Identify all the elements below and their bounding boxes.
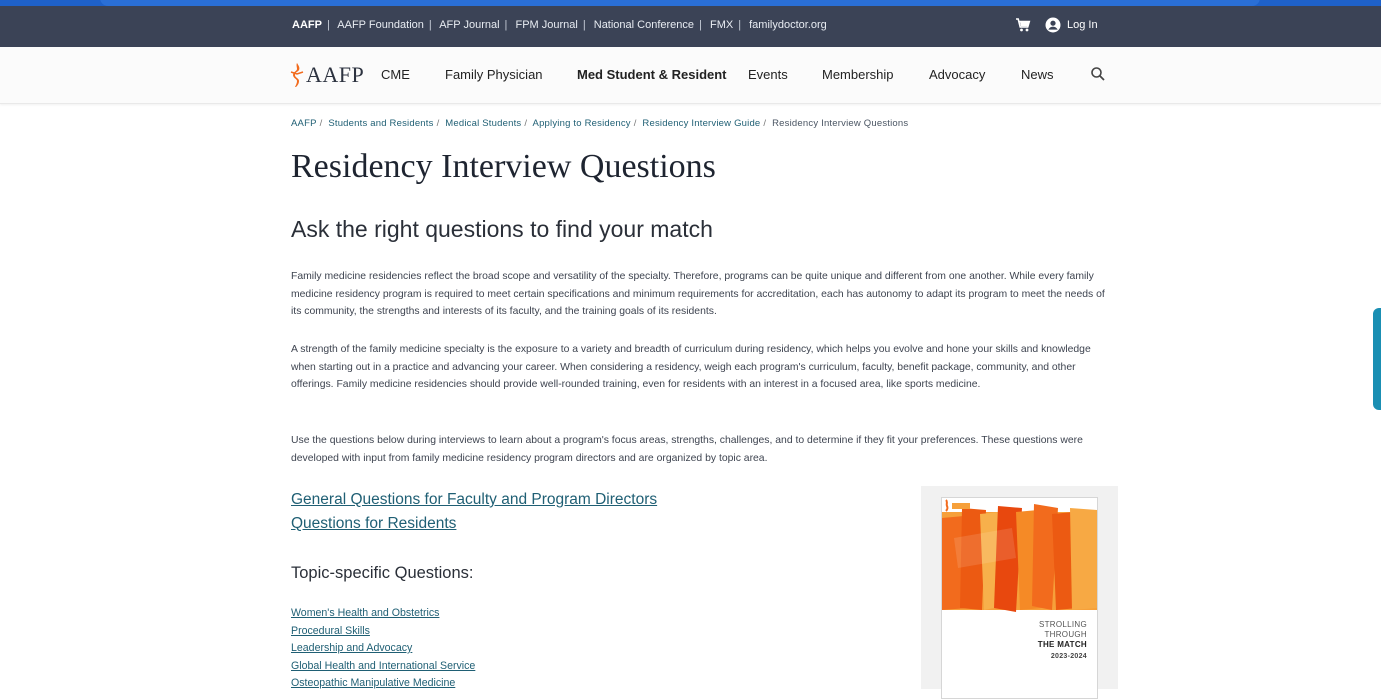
page-title: Residency Interview Questions — [291, 148, 716, 185]
cart-icon[interactable] — [1015, 17, 1031, 33]
nav-item-advocacy[interactable]: Advocacy — [929, 67, 985, 82]
login-label: Log In — [1067, 19, 1098, 31]
general-questions-link[interactable]: General Questions for Faculty and Progra… — [291, 491, 657, 509]
intro-paragraph: Family medicine residencies reflect the … — [291, 271, 1105, 318]
utility-link-fpm-journal[interactable]: FPM Journal — [515, 19, 577, 31]
usage-paragraph: Use the questions below during interview… — [291, 435, 1083, 464]
list-item: Global Health and International Service — [291, 656, 475, 674]
page-subtitle: Ask the right questions to find your mat… — [291, 216, 713, 242]
topic-link-procedural-skills[interactable]: Procedural Skills — [291, 625, 370, 637]
utility-links: AAFP | AAFP Foundation | AFP Journal | FPM … — [292, 19, 827, 31]
user-circle-icon — [1045, 17, 1061, 33]
aafp-logo-icon — [290, 63, 304, 87]
topic-link-global-health[interactable]: Global Health and International Service — [291, 660, 475, 672]
topic-link-leadership[interactable]: Leadership and Advocacy — [291, 642, 412, 654]
aafp-logo-icon — [945, 499, 970, 512]
list-item: Leadership and Advocacy — [291, 638, 475, 656]
nav-item-cme[interactable]: CME — [381, 67, 410, 82]
topic-link-womens-health[interactable]: Women's Health and Obstetrics — [291, 607, 439, 619]
breadcrumb-link[interactable]: Applying to Residency — [533, 118, 631, 129]
utility-link-national-conference[interactable]: National Conference — [594, 19, 694, 31]
cover-line: THE MATCH — [1037, 640, 1087, 649]
nav-item-events[interactable]: Events — [748, 67, 788, 82]
utility-bar: AAFP | AAFP Foundation | AFP Journal | FPM … — [0, 6, 1381, 47]
utility-link-afp-journal[interactable]: AFP Journal — [439, 19, 499, 31]
list-item: Procedural Skills — [291, 621, 475, 639]
nav-item-med-student-resident[interactable]: Med Student & Resident — [577, 67, 727, 82]
feedback-tab[interactable] — [1373, 308, 1381, 410]
cover-year: 2023-2024 — [1050, 653, 1087, 660]
cover-artwork — [942, 504, 1097, 612]
nav-item-membership[interactable]: Membership — [822, 67, 894, 82]
utility-link-foundation[interactable]: AAFP Foundation — [337, 19, 424, 31]
strength-paragraph: A strength of the family medicine specia… — [291, 344, 1091, 391]
login-button[interactable]: Log In — [1045, 16, 1098, 34]
cover-line: THROUGH — [1044, 630, 1087, 639]
aafp-logo[interactable]: AAFP — [290, 61, 364, 89]
publication-cover: STROLLING THROUGH THE MATCH 2023-2024 — [941, 497, 1098, 699]
nav-item-news[interactable]: News — [1021, 67, 1054, 82]
breadcrumb-current: Residency Interview Questions — [772, 118, 909, 129]
utility-link-familydoctor[interactable]: familydoctor.org — [749, 19, 827, 31]
breadcrumb: AAFP / Students and Residents / Medical St… — [291, 118, 909, 129]
breadcrumb-link[interactable]: Students and Residents — [328, 118, 433, 129]
utility-link-fmx[interactable]: FMX — [710, 19, 733, 31]
logo-text: AAFP — [306, 62, 365, 87]
topic-heading: Topic-specific Questions: — [291, 564, 474, 582]
topic-list: Women's Health and Obstetrics Procedural… — [291, 603, 475, 691]
breadcrumb-link[interactable]: Medical Students — [445, 118, 521, 129]
breadcrumb-link[interactable]: Residency Interview Guide — [642, 118, 760, 129]
search-icon[interactable] — [1090, 66, 1106, 82]
main-nav: AAFP CME Family Physician Med Student & … — [0, 47, 1381, 104]
list-item: Osteopathic Manipulative Medicine — [291, 673, 475, 691]
utility-link-aafp[interactable]: AAFP — [292, 19, 322, 31]
nav-item-family-physician[interactable]: Family Physician — [445, 67, 543, 82]
breadcrumb-link[interactable]: AAFP — [291, 118, 317, 129]
list-item: Women's Health and Obstetrics — [291, 603, 475, 621]
resident-questions-link[interactable]: Questions for Residents — [291, 515, 456, 533]
cover-line: STROLLING — [1038, 620, 1087, 629]
topic-link-omm[interactable]: Osteopathic Manipulative Medicine — [291, 677, 455, 689]
promo-card[interactable]: STROLLING THROUGH THE MATCH 2023-2024 — [921, 486, 1118, 699]
